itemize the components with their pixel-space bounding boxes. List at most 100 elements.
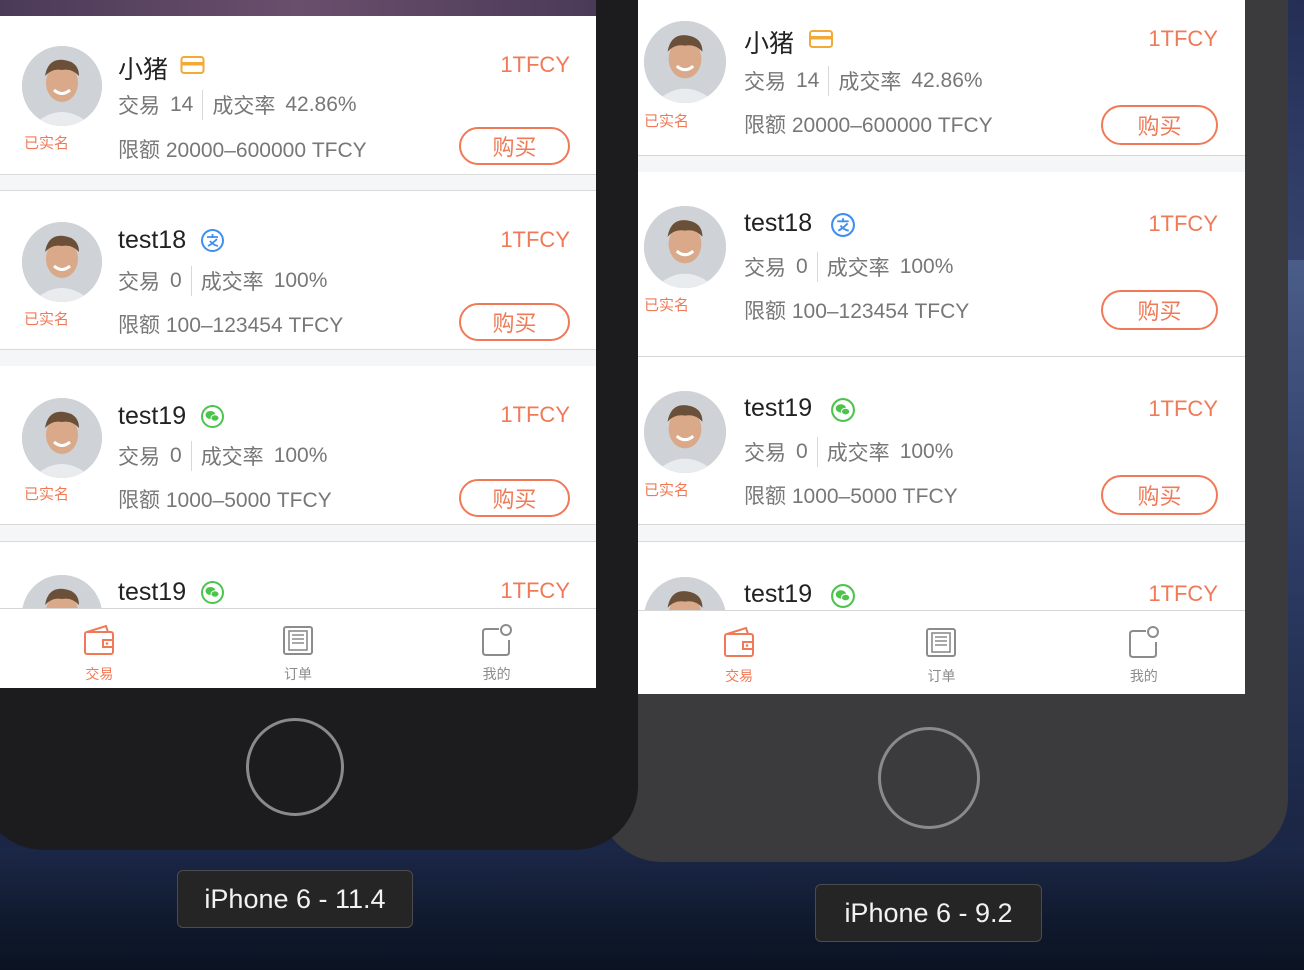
profile-icon [481,624,512,656]
listing-card: 已实名 小猪 1TFCY 交易 14 成交率 42.86% 限额 20000–600… [638,0,1245,156]
stats-divider [816,437,818,467]
limit-row: 限额 100–123454 TFCY [744,295,969,325]
trades-count: 14 [796,69,820,92]
verified-label: 已实名 [644,481,690,499]
buy-button[interactable]: 购买 [1101,105,1218,145]
wallet-icon [84,624,115,655]
trades-count: 0 [796,255,808,278]
simulator-screen-ios9: 已实名 小猪 1TFCY 交易 14 成交率 42.86% 限额 20000–600… [638,0,1245,694]
avatar[interactable] [22,222,102,302]
profile-icon [1128,626,1159,658]
tab-bar: 交易 订单 我的 [0,608,596,688]
limit-label: 限额 [118,139,160,162]
tab-label: 订单 [284,667,312,683]
completion-rate: 100% [273,444,328,467]
stats-divider [190,266,192,296]
card-icon [180,56,205,74]
tab-profile[interactable]: 我的 [397,609,596,688]
limit-range: 20000–600000 TFCY [791,114,993,137]
price-label: 1TFCY [1148,396,1218,421]
tab-profile[interactable]: 我的 [1043,611,1245,694]
listing-card: 已实名 test18 1TFCY 交易 0 成交率 100% 限额 100–1234… [638,172,1245,357]
price-label: 1TFCY [500,52,570,77]
price-label: 1TFCY [500,227,570,252]
listing-card: 已实名 test19 1TFCY 交易 0 成交率 100% 限额 1000–500… [0,366,596,525]
wechat-icon [201,581,224,604]
stats-divider [816,252,818,282]
buy-button[interactable]: 购买 [1101,475,1218,515]
completion-rate: 42.86% [285,93,357,116]
buy-button[interactable]: 购买 [459,479,570,517]
limit-row: 限额 20000–600000 TFCY [744,109,993,139]
alipay-icon [831,213,855,237]
portrait-image [22,222,102,302]
completion-rate: 100% [899,440,954,463]
limit-label: 限额 [744,300,786,323]
tab-label: 交易 [85,667,114,683]
limit-row: 限额 1000–5000 TFCY [118,484,332,514]
limit-row: 限额 100–123454 TFCY [118,309,343,339]
card-separator [0,525,596,542]
tab-label: 交易 [725,669,754,685]
trades-count: 14 [170,93,194,116]
seller-name: test19 [744,394,813,422]
simulator-device-label: iPhone 6 - 11.4 [177,870,413,928]
limit-range: 100–123454 TFCY [791,300,970,323]
tab-label: 我的 [1129,669,1158,685]
limit-label: 限额 [118,489,160,512]
limit-range: 1000–5000 TFCY [791,485,958,508]
buy-button[interactable]: 购买 [459,127,570,165]
limit-label: 限额 [118,314,160,337]
wallet-icon [724,626,755,657]
buy-button[interactable]: 购买 [1101,290,1218,330]
listing-card: 已实名 test18 1TFCY 交易 0 成交率 100% 限额 100–1234… [0,191,596,350]
trade-stats: 交易 0 成交率 100% [118,441,327,471]
seller-name: test18 [744,209,813,237]
limit-label: 限额 [744,485,786,508]
price-label: 1TFCY [500,402,570,427]
seller-name: test19 [744,580,813,608]
listing-card: 已实名 test19 1TFCY 交易 0 成交率 100% 限额 1000–500… [638,357,1245,525]
card-separator [0,175,596,191]
portrait-image [22,398,102,478]
orders-icon [926,628,957,657]
limit-range: 20000–600000 TFCY [165,139,367,162]
tab-trade[interactable]: 交易 [0,609,199,688]
seller-name: 小猪 [744,30,795,58]
wechat-icon [831,398,855,422]
avatar[interactable] [22,46,102,126]
trades-label: 交易 [118,446,160,469]
simulator-screen-ios11: 已实名 小猪 1TFCY 交易 14 成交率 42.86% 限额 20000–600… [0,0,596,688]
avatar[interactable] [644,21,726,103]
avatar[interactable] [644,391,726,473]
home-button[interactable] [878,727,980,829]
avatar[interactable] [644,206,726,288]
completion-rate: 42.86% [911,69,983,92]
card-separator [0,350,596,366]
seller-name: test19 [118,578,187,606]
trade-stats: 交易 14 成交率 42.86% [744,66,983,96]
wechat-icon [831,584,855,608]
completion-rate: 100% [273,269,328,292]
trades-label: 交易 [744,257,786,280]
trades-count: 0 [796,440,808,463]
avatar[interactable] [22,398,102,478]
portrait-image [22,46,102,126]
card-separator [638,525,1245,542]
limit-row: 限额 1000–5000 TFCY [744,480,958,510]
completion-rate-label: 成交率 [200,446,264,469]
trade-stats: 交易 0 成交率 100% [744,252,953,282]
tab-trade[interactable]: 交易 [638,611,840,694]
portrait-image [644,391,726,473]
tab-orders[interactable]: 订单 [199,609,398,688]
price-label: 1TFCY [1148,26,1218,51]
price-label: 1TFCY [500,578,570,603]
buy-button[interactable]: 购买 [459,303,570,341]
listing-card: 已实名 小猪 1TFCY 交易 14 成交率 42.86% 限额 20000–600… [0,16,596,175]
stats-divider [828,66,830,96]
home-button[interactable] [246,718,344,816]
tab-orders[interactable]: 订单 [840,611,1042,694]
seller-name: test19 [118,402,187,430]
completion-rate-label: 成交率 [826,442,890,465]
price-label: 1TFCY [1148,581,1218,606]
